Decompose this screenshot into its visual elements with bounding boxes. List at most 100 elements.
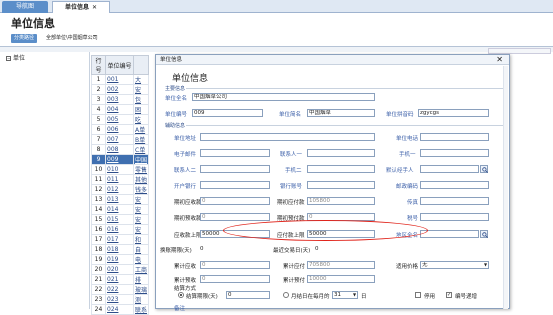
table-row[interactable]: 14 014 安 — [91, 204, 150, 215]
tab-nav-map[interactable]: 导航图 — [2, 1, 48, 13]
table-row[interactable]: 23 023 测 — [91, 294, 150, 305]
pinyin-label: 单位拼音码 — [386, 112, 414, 118]
settle-days-radio[interactable] — [178, 292, 184, 298]
category-path-button[interactable]: 分类路径 — [11, 34, 37, 43]
tree-node-root[interactable]: − 单位 — [6, 53, 25, 62]
region-field[interactable] — [420, 230, 479, 238]
unit-code-cell: 015 — [105, 214, 134, 225]
code-field[interactable]: 009 — [192, 109, 263, 117]
email-field[interactable] — [200, 149, 270, 157]
contact1-field[interactable] — [307, 149, 375, 157]
chevron-down-icon[interactable]: ▼ — [483, 262, 488, 268]
bank-account-field[interactable] — [307, 181, 375, 189]
tab-unit-info[interactable]: 单位信息 ✕ — [52, 1, 110, 13]
unit-name-cell: 安 — [132, 214, 150, 225]
section-divider — [186, 88, 503, 89]
collapse-icon[interactable]: − — [6, 56, 11, 61]
row-number-cell: 16 — [91, 224, 106, 235]
phone-field[interactable] — [420, 133, 489, 141]
unit-info-dialog: 单位信息 ✕ 单位信息 主要信息 单位全名 中国烟草公司 单位编号 009 单位… — [155, 54, 510, 312]
total-receivable-field: 0 — [200, 261, 270, 269]
total-prepaid-field: 0 — [200, 275, 270, 283]
row-number-cell: 3 — [91, 94, 106, 105]
tax-no-field[interactable] — [420, 213, 489, 221]
unit-code-cell: 009 — [105, 154, 134, 165]
table-row[interactable]: 3 003 包 — [91, 94, 150, 105]
unit-name-cell: 电 — [132, 254, 150, 265]
mobile2-field[interactable] — [307, 165, 375, 173]
settle-days-input[interactable]: 0 — [226, 291, 270, 299]
monthly-settle-radio[interactable] — [283, 292, 289, 298]
disabled-checkbox[interactable] — [415, 292, 421, 298]
unit-code-cell: 013 — [105, 194, 134, 205]
table-row[interactable]: 6 006 A单 — [91, 124, 150, 135]
unit-name-cell: 测 — [132, 294, 150, 305]
table-row[interactable]: 1 001 大 — [91, 74, 150, 85]
table-row[interactable]: 10 010 零售 — [91, 164, 150, 175]
total-receivable-label: 累计应收 — [174, 264, 197, 270]
dialog-scrollbar[interactable] — [503, 66, 508, 309]
table-row[interactable]: 24 024 联系 — [91, 304, 150, 315]
column-header-name[interactable] — [132, 55, 150, 75]
table-row[interactable]: 21 021 排 — [91, 274, 150, 285]
close-icon[interactable]: ✕ — [496, 55, 503, 64]
contact2-field[interactable] — [200, 165, 270, 173]
table-row[interactable]: 20 020 工商 — [91, 264, 150, 275]
address-field[interactable] — [200, 133, 375, 141]
table-row[interactable]: 11 011 其他 — [91, 174, 150, 185]
row-number-cell: 7 — [91, 134, 106, 145]
settlement-title: 结算方式 — [174, 286, 197, 292]
bank-field[interactable] — [200, 181, 270, 189]
table-row[interactable]: 2 002 安 — [91, 84, 150, 95]
full-name-field[interactable]: 中国烟草公司 — [192, 93, 375, 101]
close-tab-icon[interactable]: ✕ — [92, 4, 97, 11]
unit-code-cell: 006 — [105, 124, 134, 135]
remarks-label: 备注 — [174, 306, 186, 312]
disabled-label: 停用 — [424, 294, 436, 300]
postcode-field[interactable] — [420, 181, 489, 189]
short-name-field[interactable]: 中国烟草 — [307, 109, 375, 117]
table-row[interactable]: 16 016 安 — [91, 224, 150, 235]
mobile1-label: 手机一 — [399, 152, 416, 158]
table-row[interactable]: 12 012 钱多 — [91, 184, 150, 195]
auto-code-checkbox[interactable]: ✓ — [446, 292, 452, 298]
table-row[interactable]: 8 008 C单 — [91, 144, 150, 155]
table-row[interactable]: 18 018 自 — [91, 244, 150, 255]
default-handler-field[interactable] — [420, 165, 479, 173]
table-row[interactable]: 5 005 吃 — [91, 114, 150, 125]
row-number-cell: 14 — [91, 204, 106, 215]
unit-code-cell: 011 — [105, 174, 134, 185]
table-row[interactable]: 15 015 安 — [91, 214, 150, 225]
table-row[interactable]: 7 007 B单 — [91, 134, 150, 145]
table-row[interactable]: 4 004 困 — [91, 104, 150, 115]
row-number-cell: 1 — [91, 74, 106, 85]
unit-name-cell: C单 — [132, 144, 150, 155]
table-row[interactable]: 19 019 电 — [91, 254, 150, 265]
settle-days-label: 换账期限(天) — [160, 248, 192, 254]
total-payable-label: 累计应付 — [283, 264, 306, 270]
settle-days-value: 0 — [200, 246, 204, 252]
table-row[interactable]: 9 009 中国 — [91, 154, 150, 165]
price-level-select[interactable]: 无 — [420, 261, 489, 269]
search-icon[interactable] — [480, 165, 488, 173]
init-payable-field: 105800 — [307, 197, 375, 205]
search-icon[interactable] — [480, 230, 488, 238]
column-header-row[interactable]: 行号 — [91, 55, 106, 75]
unit-code-cell: 021 — [105, 274, 134, 285]
unit-code-cell: 010 — [105, 164, 134, 175]
table-row[interactable]: 17 017 和 — [91, 234, 150, 245]
chevron-down-icon[interactable]: ▼ — [352, 292, 357, 298]
table-row[interactable]: 22 022 玻璃 — [91, 284, 150, 295]
unit-code-cell: 004 — [105, 104, 134, 115]
mobile1-field[interactable] — [420, 149, 489, 157]
fax-field[interactable] — [420, 197, 489, 205]
init-receivable-field: 0 — [200, 197, 270, 205]
pinyin-field[interactable]: zgycgs — [418, 109, 489, 117]
dialog-heading: 单位信息 — [172, 74, 209, 84]
unit-code-cell: 014 — [105, 204, 134, 215]
row-number-cell: 24 — [91, 304, 106, 315]
table-row[interactable]: 13 013 安 — [91, 194, 150, 205]
unit-name-cell: 中国 — [132, 154, 150, 165]
dialog-titlebar: 单位信息 ✕ — [156, 55, 509, 65]
column-header-code[interactable]: 单位编号 — [105, 55, 134, 75]
